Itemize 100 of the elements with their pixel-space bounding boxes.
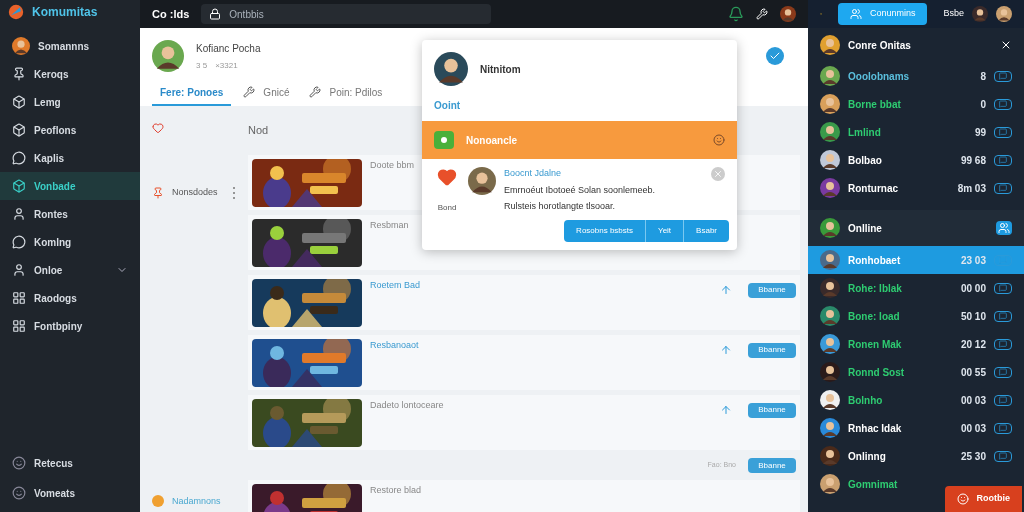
avatar xyxy=(820,250,840,270)
box-icon xyxy=(12,123,26,137)
friend-row[interactable]: Rohe: Iblak 00 00 xyxy=(808,274,1024,302)
game-title: Doote bbm xyxy=(370,158,415,172)
friend-name: Bolbao xyxy=(848,153,883,168)
avatar xyxy=(152,40,184,72)
users-icon[interactable] xyxy=(996,221,1012,235)
users-icon xyxy=(849,8,862,20)
friend-stat: 0 xyxy=(980,97,986,112)
panel-title: Conre Onitas xyxy=(848,38,912,53)
sidebar-item[interactable]: Raodogs xyxy=(0,284,140,312)
wrench-icon xyxy=(309,86,322,98)
avatar xyxy=(820,362,840,382)
profile-stat: ×3321 xyxy=(215,59,238,72)
friend-name: Rnhac Idak xyxy=(848,421,903,436)
friend-row[interactable]: Rnhac Idak 00 03 xyxy=(808,414,1024,442)
top-label: Bsbe xyxy=(943,7,964,21)
friend-stat: 99 xyxy=(974,125,986,140)
friend-row[interactable]: Onlinng 25 30 xyxy=(808,442,1024,470)
heart-icon xyxy=(437,167,457,187)
section-heading: Nod xyxy=(248,123,269,138)
friend-name: Bone: Ioad xyxy=(848,309,901,324)
friend-stat: 00 03 xyxy=(960,421,986,436)
section-title: Onlline xyxy=(848,221,883,236)
search-input[interactable]: Ontbbis xyxy=(229,6,484,22)
check-icon[interactable] xyxy=(766,47,784,65)
friend-row[interactable]: Ooolobnams 8 xyxy=(808,62,1024,90)
chat-icon xyxy=(12,235,26,249)
friend-name: Onlinng xyxy=(848,449,887,464)
avatar xyxy=(820,390,840,410)
close-icon[interactable] xyxy=(1000,39,1012,51)
friend-row[interactable]: Lmlind 99 xyxy=(808,118,1024,146)
tab[interactable]: Poin: Pdilos xyxy=(301,80,391,106)
friend-name: Rohe: Iblak xyxy=(848,281,903,296)
friend-stat: 8m 03 xyxy=(957,181,986,196)
friend-row[interactable]: Borne bbat 0 xyxy=(808,90,1024,118)
sidebar-item[interactable]: Komlng xyxy=(0,228,140,256)
profile-stat: 3 5 xyxy=(196,59,208,72)
game-row[interactable]: Restore blad xyxy=(248,479,800,512)
game-title: Roetem Bad xyxy=(370,278,421,292)
heart-icon xyxy=(152,122,164,134)
sidebar-item[interactable]: Onloe xyxy=(0,256,140,284)
search-field[interactable]: Ontbbis xyxy=(201,4,492,24)
avatar xyxy=(468,167,496,195)
friend-row[interactable]: Ronturnac 8m 03 xyxy=(808,174,1024,202)
grid-icon xyxy=(12,291,26,305)
friend-name: Ronhobaet xyxy=(848,253,902,268)
avatar xyxy=(12,37,30,55)
status-icon xyxy=(434,131,454,149)
sidebar-item[interactable]: Kaplis xyxy=(0,144,140,172)
friend-stat: 23 03 xyxy=(960,253,986,268)
friend-name: Borne bbat xyxy=(848,97,902,112)
friend-name: Ronturnac xyxy=(848,181,899,196)
bell-icon[interactable] xyxy=(728,6,744,22)
sidebar-item[interactable]: Somannns xyxy=(0,32,140,60)
sidebar-item[interactable]: Rontes xyxy=(0,200,140,228)
friend-row[interactable]: Bolnho 00 03 xyxy=(808,386,1024,414)
friend-row[interactable]: Ronnd Sost 00 55 xyxy=(808,358,1024,386)
wrench-icon xyxy=(243,86,256,98)
notice-tag: Bond xyxy=(437,201,457,214)
wrench-icon[interactable] xyxy=(756,8,768,20)
box-icon xyxy=(12,179,26,193)
tab[interactable]: Fere: Ponoes xyxy=(152,80,232,106)
friend-stat: 00 03 xyxy=(960,393,986,408)
friend-name: Gomnimat xyxy=(848,477,899,492)
game-title: Resbman xyxy=(370,218,409,232)
brand-name: Komumitas xyxy=(32,4,98,21)
sidebar-item[interactable]: Peoflons xyxy=(0,116,140,144)
floating-button[interactable]: Rootbie xyxy=(944,486,1022,512)
friend-row[interactable]: Bolbao 99 68 xyxy=(808,146,1024,174)
friend-row[interactable]: Ronen Mak 20 12 xyxy=(808,330,1024,358)
profile-name: Kofianc Pocha xyxy=(196,41,261,56)
sidebar-item[interactable]: Retecus xyxy=(0,448,140,478)
avatar xyxy=(820,334,840,354)
avatar xyxy=(820,122,840,142)
avatar xyxy=(434,52,468,86)
chat-icon xyxy=(12,151,26,165)
avatar xyxy=(820,150,840,170)
notice-text: Rulsteis horotlangte tlsooar. xyxy=(504,200,617,213)
game-title: Resbanoaot xyxy=(370,338,419,352)
friend-name: Ooolobnams xyxy=(848,69,911,84)
notice-text: Emrnoéut Ibotoeé Solan soonlemeeb. xyxy=(504,183,657,197)
tab[interactable]: Gnicé xyxy=(235,80,298,106)
friend-row[interactable]: Gomnimat xyxy=(808,470,938,498)
avatar xyxy=(820,306,840,326)
pin-icon xyxy=(12,67,26,81)
avatar xyxy=(780,6,796,22)
lock-icon xyxy=(209,8,222,20)
box-icon xyxy=(12,95,26,109)
friend-name: Lmlind xyxy=(848,125,882,140)
friend-stat: 50 10 xyxy=(960,309,986,324)
game-title: Restore blad xyxy=(370,483,422,497)
sidebar-item[interactable]: Vonbade xyxy=(0,172,140,200)
popup-name: Nitnitom xyxy=(480,62,521,77)
avatar xyxy=(820,278,840,298)
friend-row[interactable]: Bone: Ioad 50 10 xyxy=(808,302,1024,330)
sidebar-item[interactable]: Keroqs xyxy=(0,60,140,88)
sidebar-item[interactable]: Vomeats xyxy=(0,478,140,508)
sidebar-item[interactable]: Fontbpiny xyxy=(0,312,140,340)
sidebar-item[interactable]: Lemg xyxy=(0,88,140,116)
